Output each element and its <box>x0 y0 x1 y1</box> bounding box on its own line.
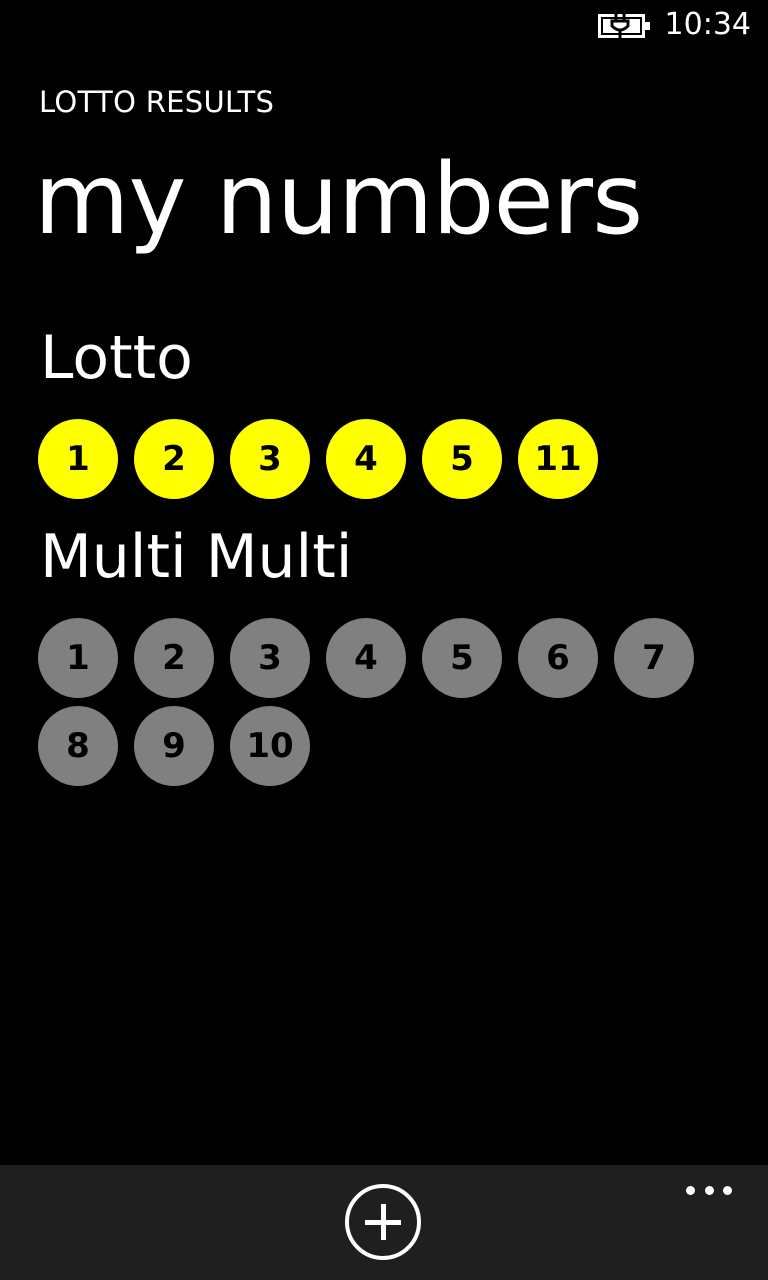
application-bar <box>0 1165 768 1280</box>
ellipsis-icon-dot <box>704 1185 714 1195</box>
multi-multi-number-ball[interactable]: 8 <box>38 706 118 786</box>
section-heading-lotto: Lotto <box>40 323 193 393</box>
lotto-number-ball[interactable]: 2 <box>134 419 214 499</box>
multi-multi-number-ball[interactable]: 5 <box>422 618 502 698</box>
lotto-number-ball[interactable]: 1 <box>38 419 118 499</box>
lotto-number-ball[interactable]: 11 <box>518 419 598 499</box>
ellipsis-icon-dot <box>686 1185 695 1195</box>
multi-multi-number-ball[interactable]: 10 <box>230 706 310 786</box>
battery-charging-icon <box>598 14 650 39</box>
more-options-button[interactable] <box>686 1183 732 1197</box>
multi-multi-number-ball[interactable]: 2 <box>134 618 214 698</box>
multi-multi-number-list: 1 2 3 4 5 6 7 8 9 10 <box>38 618 728 786</box>
multi-multi-number-ball[interactable]: 4 <box>326 618 406 698</box>
multi-multi-number-ball[interactable]: 1 <box>38 618 118 698</box>
plus-vertical-stroke <box>380 1204 386 1240</box>
multi-multi-number-ball[interactable]: 6 <box>518 618 598 698</box>
lotto-number-list: 1 2 3 4 5 11 <box>38 419 728 499</box>
multi-multi-number-ball[interactable]: 7 <box>614 618 694 698</box>
app-title: LOTTO RESULTS <box>39 85 275 119</box>
section-heading-multi-multi: Multi Multi <box>40 522 353 592</box>
clock: 10:34 <box>664 7 751 42</box>
multi-multi-number-ball[interactable]: 3 <box>230 618 310 698</box>
add-button[interactable] <box>345 1184 421 1260</box>
ellipsis-icon-dot <box>723 1185 732 1195</box>
page-title: my numbers <box>34 143 643 257</box>
multi-multi-number-ball[interactable]: 9 <box>134 706 214 786</box>
lotto-number-ball[interactable]: 5 <box>422 419 502 499</box>
lotto-number-ball[interactable]: 4 <box>326 419 406 499</box>
lotto-number-ball[interactable]: 3 <box>230 419 310 499</box>
status-bar: 10:34 <box>0 0 768 52</box>
